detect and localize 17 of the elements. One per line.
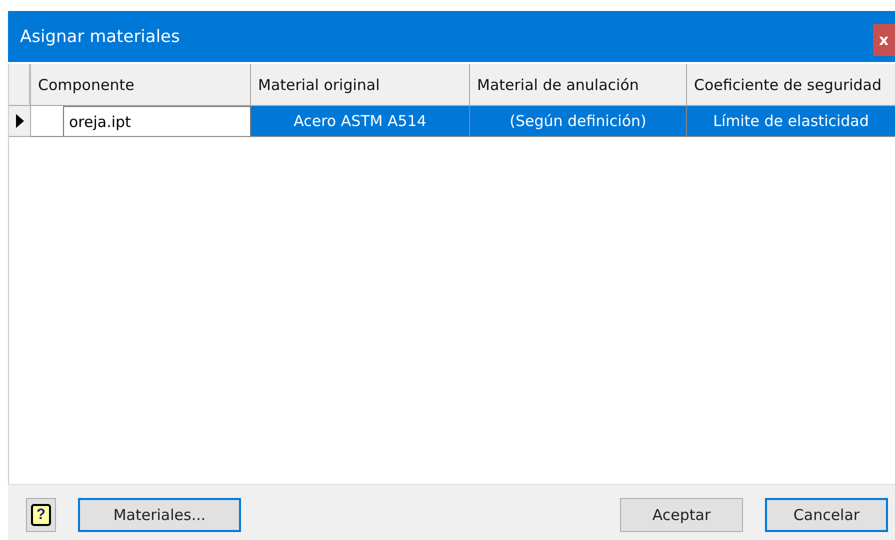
window-title: Asignar materiales	[19, 26, 180, 46]
current-row-icon	[16, 114, 24, 128]
header-corner	[9, 64, 31, 106]
dialog-button[interactable]: Aceptar	[620, 498, 743, 532]
dialog-button[interactable]: Materiales...	[78, 498, 241, 532]
row-header[interactable]	[9, 106, 31, 137]
close-button[interactable]: x	[873, 24, 895, 56]
column-header[interactable]: Material original	[251, 64, 470, 106]
column-header[interactable]: Coeficiente de seguridad	[687, 64, 895, 106]
dialog-button[interactable]: Cancelar	[765, 498, 888, 532]
help-button[interactable]: ?	[26, 498, 56, 532]
table-cell[interactable]: oreja.ipt	[63, 106, 251, 136]
column-header[interactable]: Componente	[31, 64, 251, 106]
column-header[interactable]: Material de anulación	[470, 64, 687, 106]
table-cell[interactable]: Acero ASTM A514	[251, 106, 470, 137]
table-cell[interactable]: (Según definición)	[470, 106, 687, 137]
table-cell[interactable]: Límite de elasticidad	[687, 106, 895, 137]
